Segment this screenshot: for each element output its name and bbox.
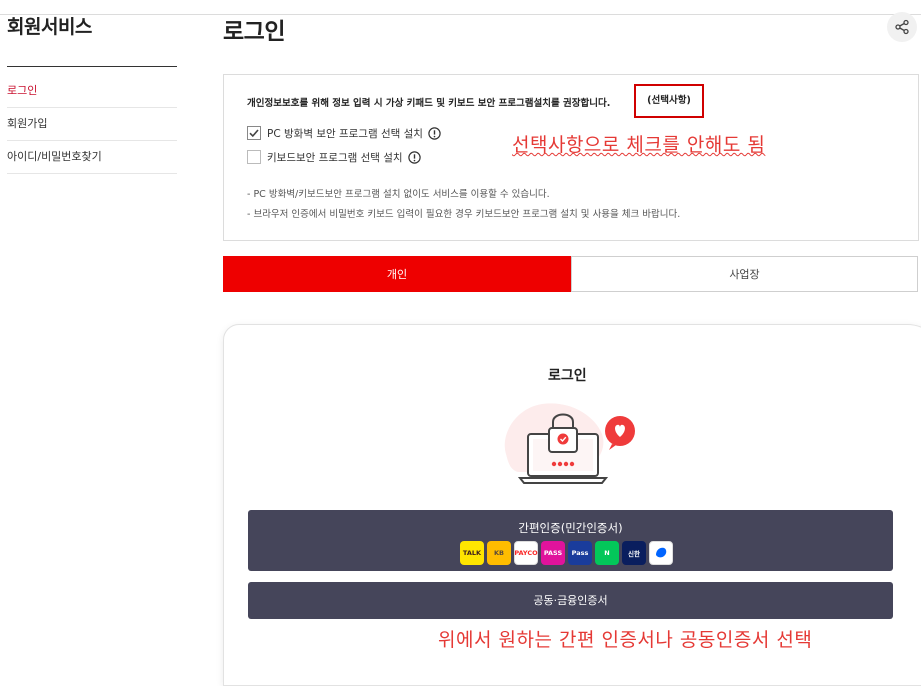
info-icon[interactable] [428, 126, 441, 140]
info-icon[interactable] [407, 150, 421, 164]
firewall-install-option[interactable]: PC 방화벽 보안 프로그램 선택 설치 [247, 125, 441, 141]
login-card-title: 로그인 [548, 368, 587, 384]
keyboard-security-checkbox-label: 키보드보안 프로그램 선택 설치 [267, 151, 403, 164]
simple-auth-button[interactable]: 간편인증(민간인증서) TALK KB PAYCO PASS Pass N 신한 [248, 510, 893, 571]
laptop-lock-illustration [504, 403, 635, 484]
firewall-checkbox-label: PC 방화벽 보안 프로그램 선택 설치 [267, 127, 423, 140]
shinhan-icon: 신한 [622, 541, 646, 565]
payco-icon: PAYCO [514, 541, 538, 565]
naver-icon: N [595, 541, 619, 565]
pass-icon: PASS [541, 541, 565, 565]
annotation-select-note: 위에서 원하는 간편 인증서나 공동인증서 선택 [438, 629, 813, 651]
auth-provider-icons: TALK KB PAYCO PASS Pass N 신한 [460, 541, 673, 565]
kakao-talk-icon: TALK [460, 541, 484, 565]
optional-tag-highlight: (선택사항) [634, 84, 704, 118]
joint-certificate-label: 공동·금융인증서 [533, 594, 608, 607]
tab-personal[interactable]: 개인 [223, 256, 571, 292]
kb-icon: KB [487, 541, 511, 565]
simple-auth-label: 간편인증(민간인증서) [518, 521, 623, 535]
top-divider [0, 14, 921, 15]
keyboard-security-install-option[interactable]: 키보드보안 프로그램 선택 설치 [247, 149, 421, 165]
notice-note-2: - 브라우저 인증에서 비밀번호 키보드 입력이 필요한 경우 키보드보안 프로… [247, 209, 681, 220]
page-title: 로그인 [223, 19, 285, 45]
share-button[interactable] [887, 12, 917, 42]
keyboard-security-checkbox[interactable] [247, 150, 261, 164]
sidebar-item-signup[interactable]: 회원가입 [7, 108, 177, 141]
toss-icon [649, 541, 673, 565]
checkmark-icon [249, 129, 259, 138]
sidebar-item-find-id-password[interactable]: 아이디/비밀번호찾기 [7, 141, 177, 174]
sidebar-item-login[interactable]: 로그인 [7, 75, 177, 108]
firewall-checkbox[interactable] [247, 126, 261, 140]
share-icon [895, 19, 909, 35]
samsung-pass-icon: Pass [568, 541, 592, 565]
sidebar-title: 회원서비스 [7, 16, 92, 38]
tab-business[interactable]: 사업장 [571, 256, 918, 292]
annotation-optional-note: 선택사항으로 체크를 안해도 됨 [512, 134, 766, 156]
notice-note-1: - PC 방화벽/키보드보안 프로그램 설치 없이도 서비스를 이용할 수 있습… [247, 189, 550, 200]
joint-certificate-button[interactable]: 공동·금융인증서 [248, 582, 893, 619]
sidebar-divider [7, 66, 177, 67]
security-notice-text: 개인정보보호를 위해 정보 입력 시 가상 키패드 및 키보드 보안 프로그램설… [247, 98, 611, 109]
